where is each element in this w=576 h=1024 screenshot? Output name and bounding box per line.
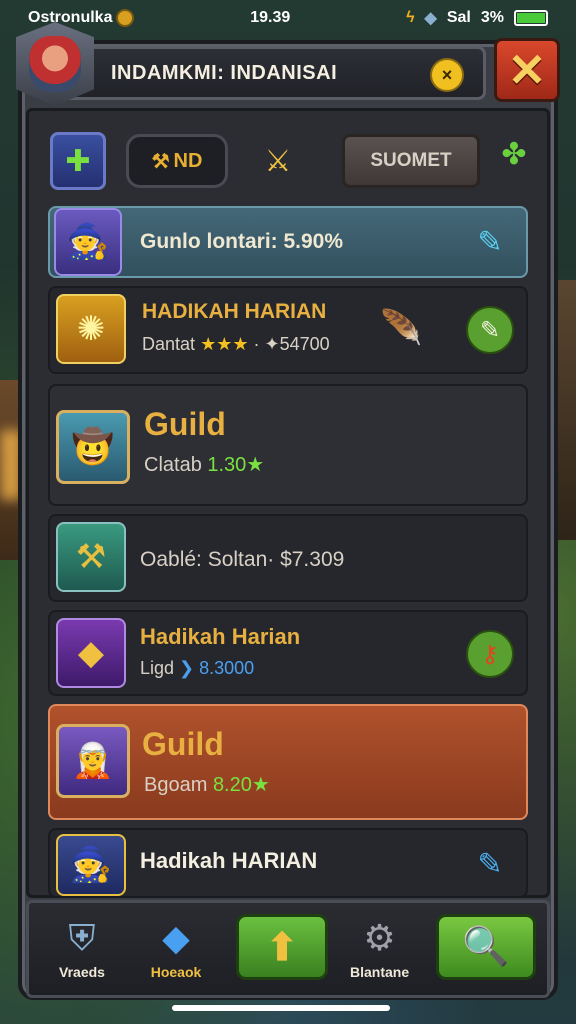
row-sub-prefix: Bgoam xyxy=(144,774,208,796)
gear-icon: ⚙ xyxy=(363,917,396,958)
row-title: Gunlo lontari: 5.90% xyxy=(140,230,344,253)
row-subtitle: Bgoam 8.20★ xyxy=(144,772,270,797)
row-sub-value: ❯ 8.3000 xyxy=(179,658,255,678)
tab-nd[interactable]: ⚒ ND xyxy=(126,134,228,188)
app-name: Ostronulka xyxy=(28,9,113,26)
nav-village-label: Vraeds xyxy=(59,964,105,980)
hammer-item-icon: ⚒ xyxy=(56,522,126,592)
status-time: 19.39 xyxy=(250,9,291,26)
nav-hero-label: Hoeaok xyxy=(150,964,202,980)
row-title: HADIKAH HARIAN xyxy=(142,300,327,323)
row-subtitle: Oablé: Soltan· $7.309 xyxy=(140,548,345,571)
tab-submit-label: SUOMET xyxy=(370,150,452,171)
home-indicator[interactable] xyxy=(172,1005,390,1011)
clover-icon: ✤ xyxy=(501,137,527,171)
nav-upgrade-button[interactable]: ⬆ xyxy=(236,914,328,980)
list-item[interactable]: 🤠 Guild Clatab 1.30★ xyxy=(48,384,528,506)
battery-icon xyxy=(514,10,548,26)
sun-medal-icon: ✺ xyxy=(56,294,126,364)
status-bar: Ostronulka 19.39 ϟ ◆ Sal 3% xyxy=(0,0,576,36)
close-button[interactable]: ✕ xyxy=(494,38,560,102)
nav-hero[interactable]: ◆ Hoeaok xyxy=(148,910,204,980)
row-subtitle: Dantat ★★★ · ✦54700 xyxy=(142,334,330,355)
helmet-portrait-icon: 🧙 xyxy=(54,208,122,276)
crystal-item-icon: ◆ xyxy=(56,618,126,688)
header-title-bar: INDAMKMI: INDANISAI xyxy=(60,46,486,100)
lightning-icon: ϟ xyxy=(406,9,415,26)
row-sub-value: · ✦54700 xyxy=(253,334,330,354)
key-button[interactable]: ⚷ xyxy=(466,630,514,678)
hat-portrait-icon: 🤠 xyxy=(56,410,130,484)
row-title: Hadikah Harian xyxy=(140,624,301,649)
nav-settings-label: Blantane xyxy=(350,964,410,980)
row-sub-prefix: Dantat xyxy=(142,334,196,354)
list-item[interactable]: ⚒ Oablé: Soltan· $7.309 xyxy=(48,514,528,602)
list-item[interactable]: 🧝 Guild Bgoam 8.20★ xyxy=(48,704,528,820)
row-sub-value: 8.20★ xyxy=(212,774,270,796)
row-title: Guild xyxy=(142,726,224,762)
coin-icon xyxy=(116,9,135,27)
shield-nav-icon: ⛨ xyxy=(68,916,96,958)
list-item[interactable]: ✺ HADIKAH HARIAN Dantat ★★★ · ✦54700 🪶 ✎ xyxy=(48,286,528,374)
row-sub-value: 1.30★ xyxy=(207,454,265,476)
row-title: Guild xyxy=(144,406,226,442)
up-arrow-icon: ⬆ xyxy=(266,926,298,969)
avatar-face-icon xyxy=(29,36,81,92)
status-right: ϟ ◆ Sal 3% xyxy=(406,8,548,28)
row-sub-prefix: Clatab xyxy=(144,454,202,476)
signal-text: Sal xyxy=(446,9,471,26)
list-item[interactable]: ◆ Hadikah Harian Ligd ❯ 8.3000 ⚷ xyxy=(48,610,528,696)
tab-submit[interactable]: SUOMET xyxy=(342,134,480,188)
blue-feather-icon[interactable]: ✎ xyxy=(466,840,514,888)
info-badge-icon[interactable]: × xyxy=(430,58,464,92)
tab-nd-label: ND xyxy=(173,149,203,172)
nav-settings[interactable]: ⚙ Blantane xyxy=(350,910,409,980)
sword-icon: ⚔ xyxy=(264,144,292,178)
search-icon: 🔍 xyxy=(462,926,510,968)
tab-guild-gem[interactable]: ✚ xyxy=(50,132,106,190)
wrench-button[interactable]: ✎ xyxy=(466,306,514,354)
row-title: Hadikah HARIAN xyxy=(140,848,318,873)
feather-icon[interactable]: ✎ xyxy=(466,218,514,266)
tab-bar: ✚ ⚒ ND ⚔ SUOMET ✤ xyxy=(48,128,538,194)
list-item[interactable]: 🧙 Gunlo lontari: 5.90% ✎ xyxy=(48,206,528,278)
stars-rating: ★★★ xyxy=(200,334,249,354)
mage-portrait-icon: 🧝 xyxy=(56,724,130,798)
witch-portrait-icon: 🧙 xyxy=(56,834,126,896)
tab-extra[interactable]: ✤ xyxy=(492,132,536,176)
row-sub-prefix: Ligd xyxy=(140,658,175,678)
tab-sword[interactable]: ⚔ xyxy=(248,134,308,188)
list-item[interactable]: 🧙 Hadikah HARIAN ✎ xyxy=(48,828,528,898)
feather-item-icon: 🪶 xyxy=(380,309,423,347)
row-subtitle: Ligd ❯ 8.3000 xyxy=(140,658,254,679)
nav-village[interactable]: ⛨ Vraeds xyxy=(54,910,110,981)
gem-nav-icon: ◆ xyxy=(162,917,190,958)
gem-icon: ✚ xyxy=(65,144,91,178)
nav-search-button[interactable]: 🔍 xyxy=(436,914,536,980)
page-title: INDAMKMI: INDANISAI xyxy=(111,61,338,84)
player-avatar[interactable] xyxy=(16,22,94,106)
hammer-icon: ⚒ xyxy=(151,150,170,173)
status-left: Ostronulka xyxy=(28,9,135,27)
wifi-icon: ◆ xyxy=(424,10,437,27)
row-subtitle: Clatab 1.30★ xyxy=(144,452,264,477)
battery-percent: 3% xyxy=(480,9,504,26)
